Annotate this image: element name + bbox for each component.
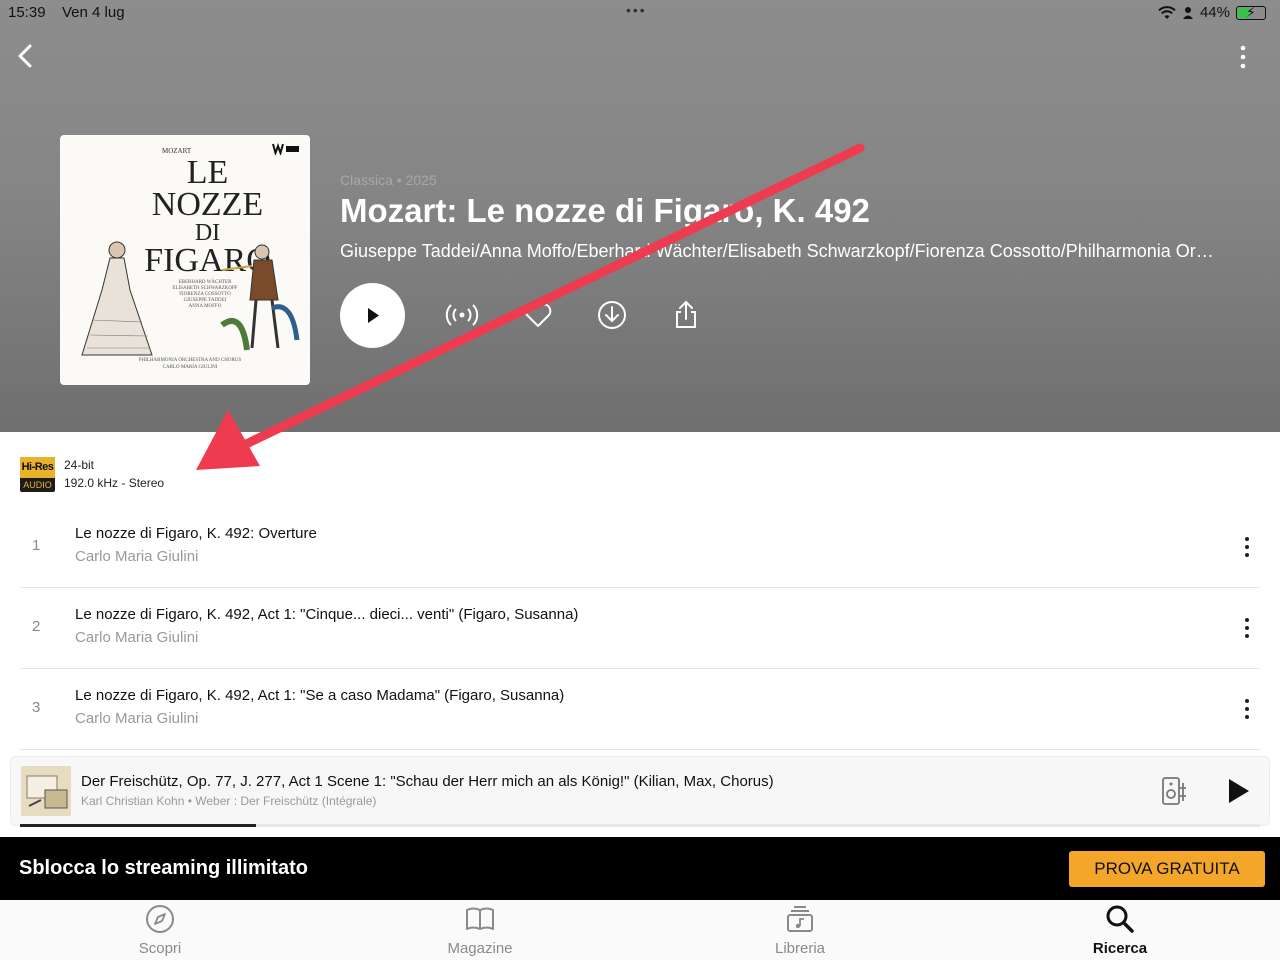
cover-cast: EBERHARD WÄCHTER ELISABETH SCHWARZKOPF F… xyxy=(172,280,238,309)
download-icon[interactable] xyxy=(594,297,630,333)
track-more-icon[interactable] xyxy=(1236,693,1258,725)
promo-text: Sblocca lo streaming illimitato xyxy=(19,857,308,879)
compass-icon xyxy=(146,905,174,933)
playback-progress-fill xyxy=(20,824,256,827)
track-more-icon[interactable] xyxy=(1236,612,1258,644)
tab-magazine[interactable]: Magazine xyxy=(400,900,560,960)
track-title: Le nozze di Figaro, K. 492, Act 1: "Cinq… xyxy=(75,606,579,623)
library-icon xyxy=(787,906,813,932)
cover-orchestra: PHILHARMONIA ORCHESTRA AND CHORUS CARLO … xyxy=(138,358,242,370)
tab-libreria[interactable]: Libreria xyxy=(720,900,880,960)
mini-play-icon[interactable] xyxy=(1223,775,1253,807)
track-number: 3 xyxy=(32,699,41,716)
person-icon xyxy=(1182,6,1193,19)
track-row[interactable]: 2 Le nozze di Figaro, K. 492, Act 1: "Ci… xyxy=(20,588,1260,669)
radio-broadcast-icon[interactable] xyxy=(444,297,480,333)
track-row[interactable]: 3 Le nozze di Figaro, K. 492, Act 1: "Se… xyxy=(20,669,1260,750)
track-row[interactable]: 1 Le nozze di Figaro, K. 492: Overture C… xyxy=(20,507,1260,588)
multitasking-dots-icon[interactable]: ••• xyxy=(626,2,647,18)
album-artists[interactable]: Giuseppe Taddei/Anna Moffo/Eberhard Wäch… xyxy=(340,241,1220,262)
status-date: Ven 4 lug xyxy=(62,4,125,21)
speaker-output-icon[interactable] xyxy=(1161,775,1189,807)
play-icon xyxy=(368,308,379,323)
album-cover: MOZART LE NOZZE DI FIGARO EBERHARD WÄCHT… xyxy=(60,135,310,385)
battery-percent: 44% xyxy=(1199,4,1230,21)
album-title: Mozart: Le nozze di Figaro, K. 492 xyxy=(340,192,870,229)
now-playing-subtitle: Karl Christian Kohn • Weber : Der Freisc… xyxy=(81,794,377,808)
tab-ricerca[interactable]: Ricerca xyxy=(1040,900,1200,960)
wifi-icon xyxy=(1158,5,1176,19)
status-time: 15:39 xyxy=(8,4,46,21)
battery-icon: ⚡ xyxy=(1236,4,1266,20)
mini-player[interactable]: Der Freischütz, Op. 77, J. 277, Act 1 Sc… xyxy=(10,756,1270,826)
play-album-button[interactable] xyxy=(340,283,405,348)
tab-scopri[interactable]: Scopri xyxy=(80,900,240,960)
heart-icon[interactable] xyxy=(520,297,556,333)
book-icon xyxy=(466,907,494,930)
more-vertical-icon[interactable] xyxy=(1236,44,1250,70)
status-right: 44% ⚡ xyxy=(1158,4,1266,21)
track-title: Le nozze di Figaro, K. 492: Overture xyxy=(75,525,317,542)
album-genre-year: Classica • 2025 xyxy=(340,172,437,188)
label-logo xyxy=(272,143,299,155)
track-artist: Carlo Maria Giulini xyxy=(75,629,199,646)
back-icon[interactable] xyxy=(14,42,38,70)
track-number: 2 xyxy=(32,618,41,635)
track-title: Le nozze di Figaro, K. 492, Act 1: "Se a… xyxy=(75,687,565,704)
now-playing-artwork xyxy=(21,766,71,816)
track-number: 1 xyxy=(32,537,41,554)
track-artist: Carlo Maria Giulini xyxy=(75,710,199,727)
album-header: 15:39 Ven 4 lug ••• 44% ⚡ MOZART LE NOZZ… xyxy=(0,0,1280,432)
free-trial-button[interactable]: PROVA GRATUITA xyxy=(1069,851,1265,887)
promo-banner: Sblocca lo streaming illimitato PROVA GR… xyxy=(0,837,1280,900)
bit-depth: 24-bit xyxy=(64,458,95,472)
search-icon xyxy=(1106,905,1134,933)
hi-res-audio-badge: Hi-Res AUDIO xyxy=(20,457,55,492)
share-icon[interactable] xyxy=(668,297,704,333)
track-more-icon[interactable] xyxy=(1236,531,1258,563)
track-artist: Carlo Maria Giulini xyxy=(75,548,199,565)
now-playing-title: Der Freischütz, Op. 77, J. 277, Act 1 Sc… xyxy=(81,773,774,790)
status-bar: 15:39 Ven 4 lug ••• 44% ⚡ xyxy=(0,0,1280,26)
sample-rate: 192.0 kHz - Stereo xyxy=(64,476,165,490)
tab-bar: Scopri Magazine Libreria Ricerca xyxy=(0,900,1280,960)
playback-progress[interactable] xyxy=(20,824,1260,827)
